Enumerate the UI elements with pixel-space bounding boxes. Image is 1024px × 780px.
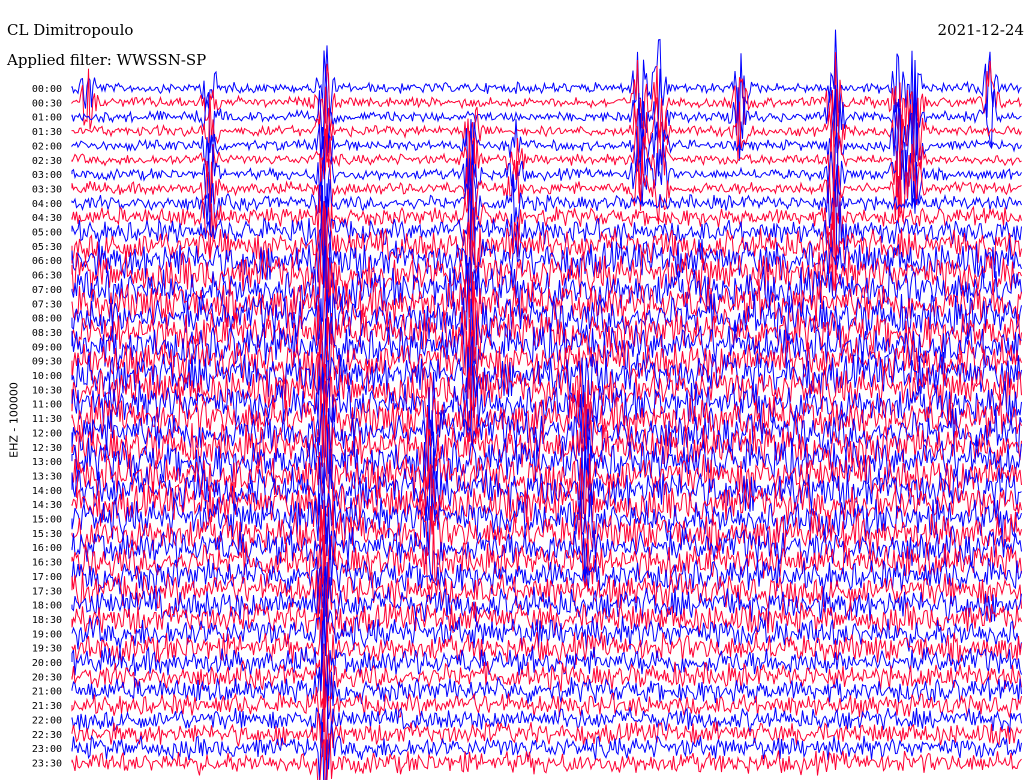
row-label-0400: 04:00: [32, 199, 62, 210]
row-label-2230: 22:30: [32, 730, 62, 741]
row-label-1630: 16:30: [32, 558, 62, 569]
row-label-0300: 03:00: [32, 170, 62, 181]
row-label-1330: 13:30: [32, 471, 62, 482]
row-label-1400: 14:00: [32, 486, 62, 497]
row-label-2000: 20:00: [32, 658, 62, 669]
row-label-2100: 21:00: [32, 687, 62, 698]
row-label-0830: 08:30: [32, 328, 62, 339]
row-label-2130: 21:30: [32, 701, 62, 712]
seismic-traces: [71, 29, 1022, 780]
row-label-0900: 09:00: [32, 342, 62, 353]
row-label-1130: 11:30: [32, 414, 62, 425]
trace-row-2230: [71, 675, 1022, 780]
row-label-1230: 12:30: [32, 443, 62, 454]
row-label-1430: 14:30: [32, 500, 62, 511]
row-time-labels: 00:00 00:30 01:00 01:30 02:00 02:30 03:00 03:30…: [32, 84, 62, 769]
row-label-2030: 20:30: [32, 672, 62, 683]
helicorder-plot: 00:00 00:30 01:00 01:30 02:00 02:30 03:00 03:30…: [32, 29, 1022, 780]
row-label-2200: 22:00: [32, 715, 62, 726]
row-label-0700: 07:00: [32, 285, 62, 296]
row-label-0800: 08:00: [32, 314, 62, 325]
trace-row-0430: [71, 164, 1022, 282]
row-label-1730: 17:30: [32, 586, 62, 597]
row-label-1600: 16:00: [32, 543, 62, 554]
row-label-0100: 01:00: [32, 113, 62, 124]
row-label-1100: 11:00: [32, 400, 62, 411]
row-label-1030: 10:30: [32, 385, 62, 396]
row-label-0230: 02:30: [32, 156, 62, 167]
row-label-1830: 18:30: [32, 615, 62, 626]
row-label-2300: 23:00: [32, 744, 62, 755]
filter-label: Applied filter: WWSSN-SP: [7, 51, 207, 69]
row-label-1300: 13:00: [32, 457, 62, 468]
station-title: CL Dimitropoulo: [7, 21, 134, 39]
row-label-0630: 06:30: [32, 271, 62, 282]
row-label-1000: 10:00: [32, 371, 62, 382]
row-label-0730: 07:30: [32, 299, 62, 310]
row-label-0330: 03:30: [32, 184, 62, 195]
row-label-1200: 12:00: [32, 428, 62, 439]
row-label-0530: 05:30: [32, 242, 62, 253]
row-label-0930: 09:30: [32, 357, 62, 368]
row-label-0200: 02:00: [32, 141, 62, 152]
row-label-1800: 18:00: [32, 601, 62, 612]
row-label-0600: 06:00: [32, 256, 62, 267]
y-axis-label: EHZ - 100000: [7, 382, 21, 458]
row-label-0000: 00:00: [32, 84, 62, 95]
trace-row-2330: [71, 733, 1022, 780]
row-label-1530: 15:30: [32, 529, 62, 540]
row-label-0030: 00:30: [32, 98, 62, 109]
row-label-0430: 04:30: [32, 213, 62, 224]
row-label-2330: 23:30: [32, 758, 62, 769]
row-label-1500: 15:00: [32, 515, 62, 526]
row-label-1930: 19:30: [32, 644, 62, 655]
date-label: 2021-12-24: [937, 21, 1024, 39]
row-label-1700: 17:00: [32, 572, 62, 583]
row-label-0500: 05:00: [32, 228, 62, 239]
row-label-1900: 19:00: [32, 629, 62, 640]
row-label-0130: 01:30: [32, 127, 62, 138]
